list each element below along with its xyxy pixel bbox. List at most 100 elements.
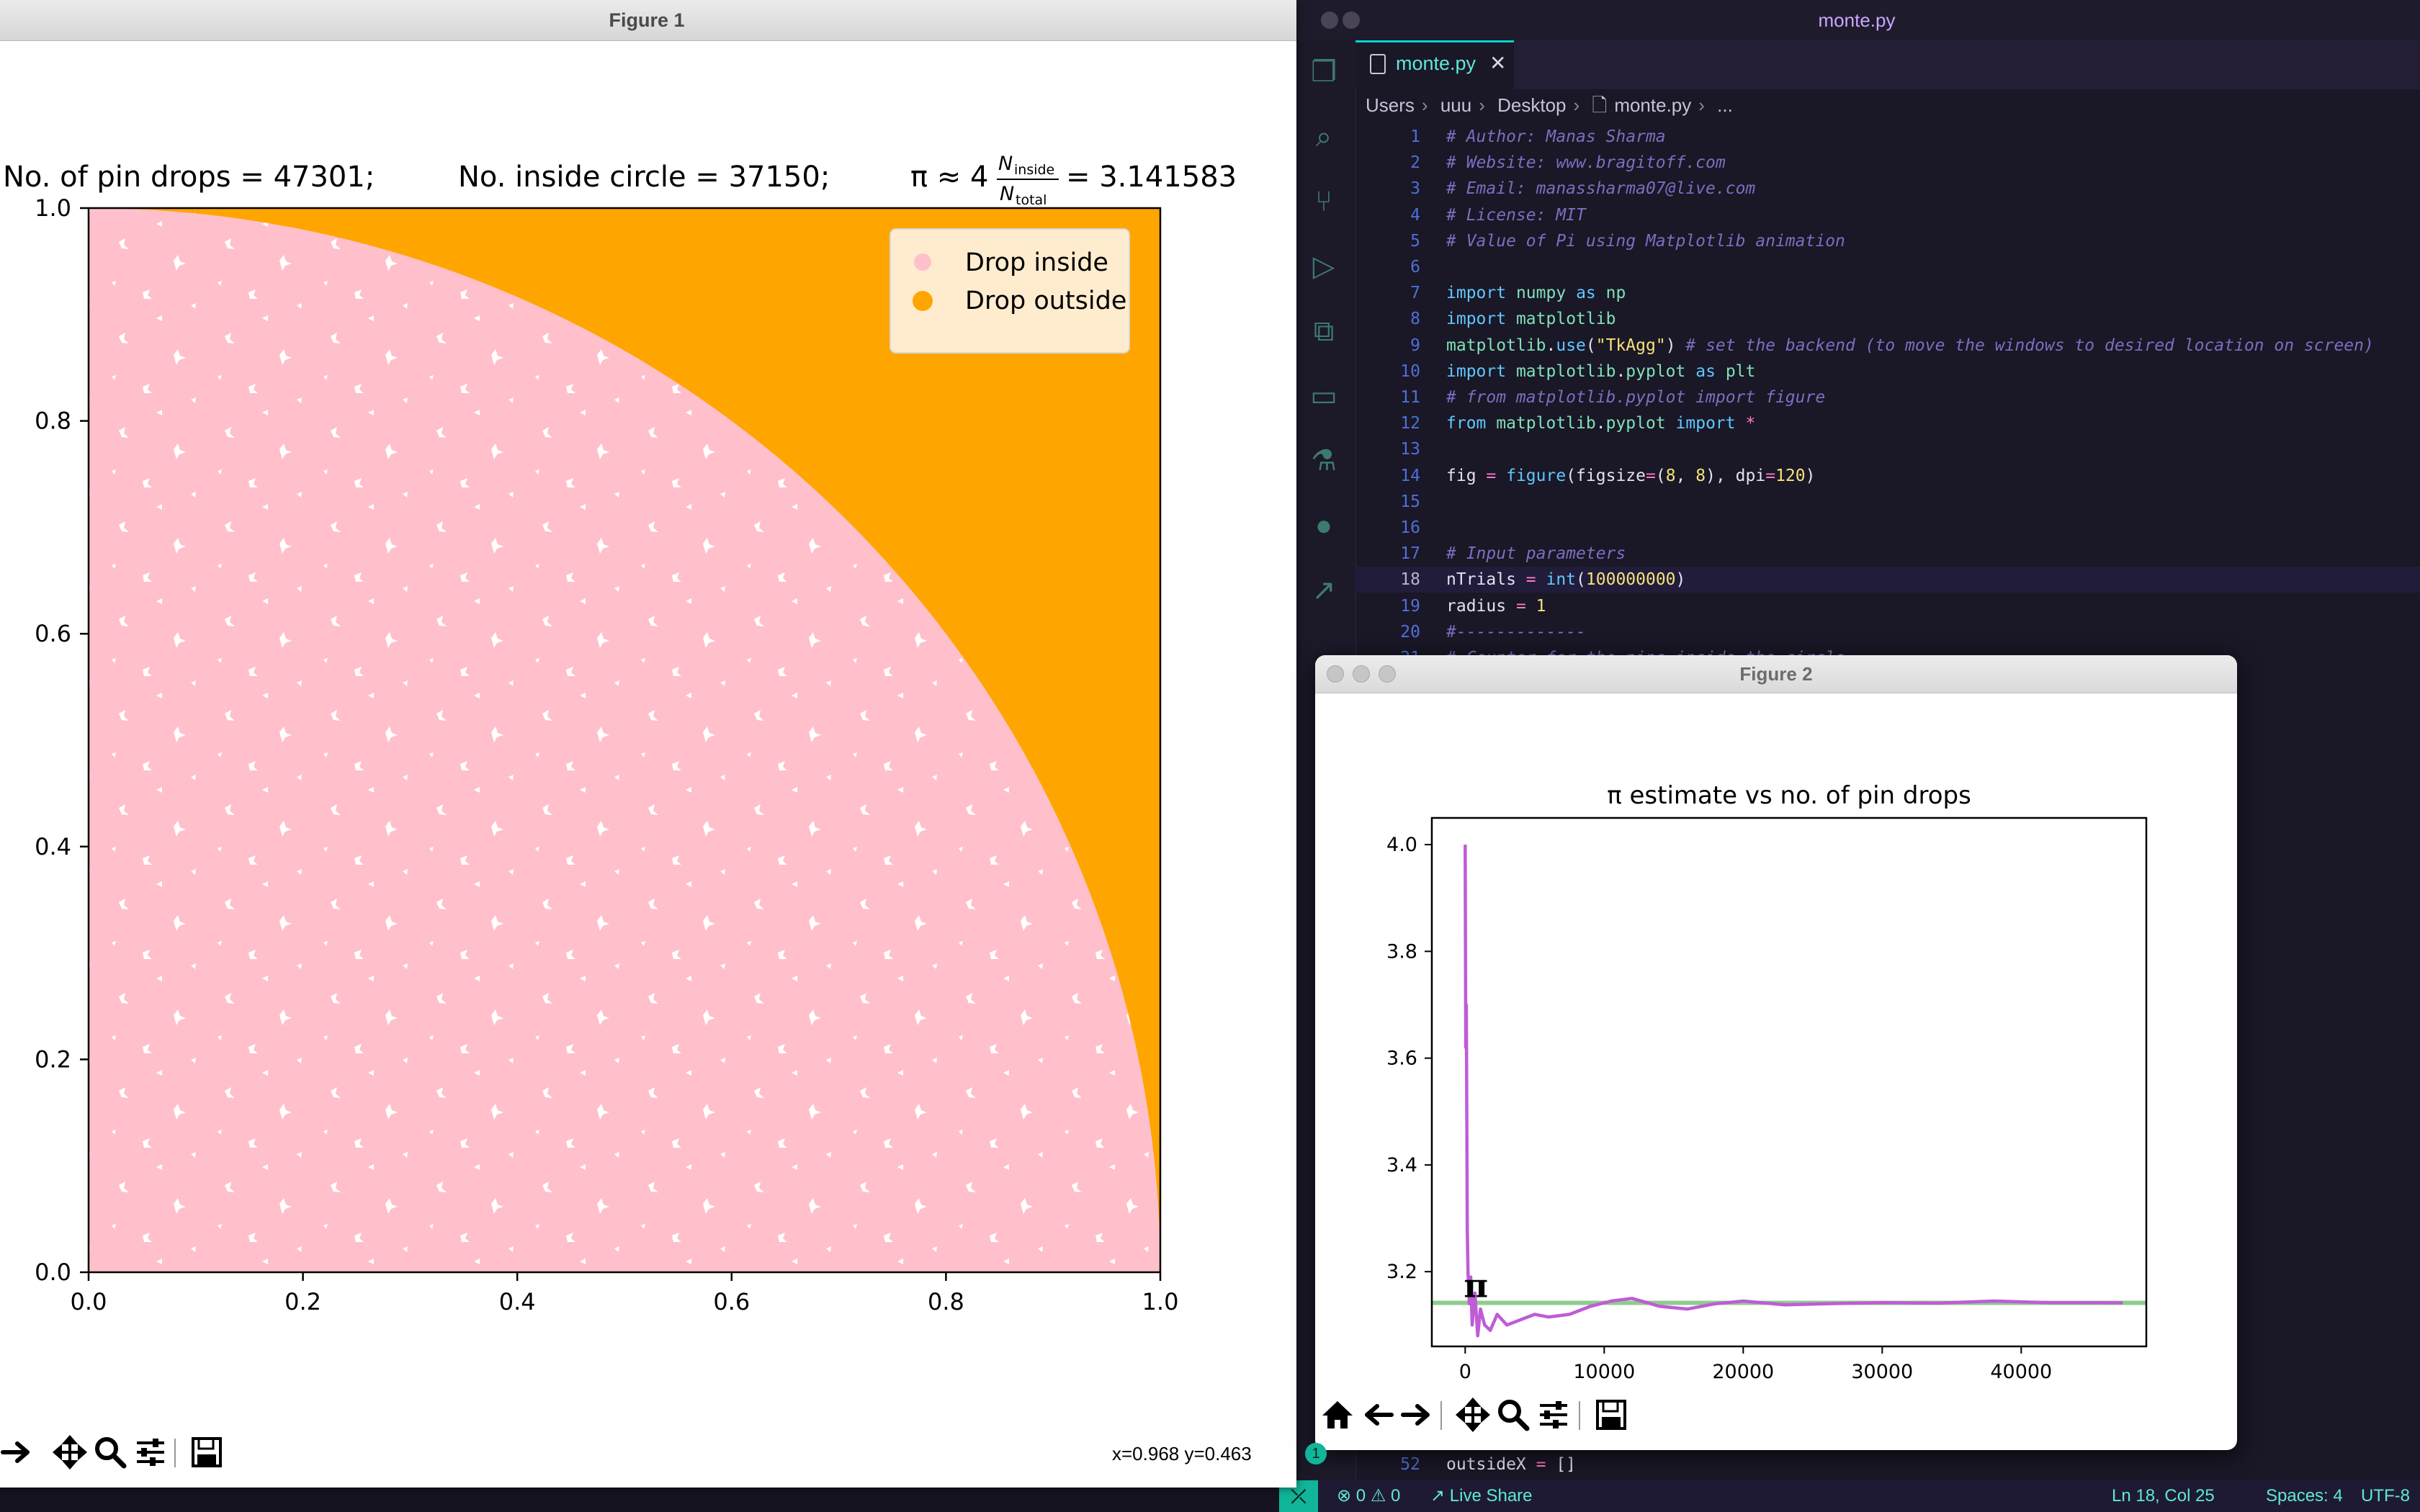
extensions-icon[interactable]: ⧉ [1307, 314, 1341, 348]
chevron-right-icon: › [1421, 94, 1428, 116]
code-line[interactable]: 20 #------------- [1355, 619, 2420, 645]
line-text: fig = figure(figsize=(8, 8), dpi=120) [1446, 466, 1816, 485]
pan-button[interactable] [1453, 1395, 1492, 1434]
breadcrumb-file[interactable]: monte.py [1614, 94, 1691, 116]
line-text: # Author: Manas Sharma [1446, 127, 1666, 146]
problems-indicator[interactable]: ⊗ 0 ⚠ 0 [1337, 1480, 1400, 1512]
encoding[interactable]: UTF-8 [2361, 1480, 2410, 1512]
toolbar-divider [1440, 1401, 1442, 1430]
vscode-window-title: monte.py [1818, 9, 1896, 31]
pi-estimate-line-chart[interactable]: π estimate vs no. of pin drops 0 10000 200… [1315, 693, 2237, 1392]
forward-button[interactable] [1397, 1395, 1436, 1434]
code-line[interactable]: 18 nTrials = int(100000000) [1355, 567, 2420, 593]
zoom-button[interactable] [91, 1433, 130, 1472]
code-line[interactable]: 52 outsideX = [] [1355, 1452, 2420, 1477]
breadcrumb-users[interactable]: Users [1366, 94, 1415, 116]
save-button[interactable] [187, 1433, 226, 1472]
line-number: 2 [1410, 153, 1420, 173]
line-number: 4 [1410, 205, 1420, 225]
line-number: 18 [1400, 570, 1420, 590]
fraction-denominator-sub: total [1016, 192, 1047, 208]
back-button[interactable] [1358, 1395, 1397, 1434]
code-line[interactable]: 15 [1355, 489, 2420, 515]
remote-explorer-icon[interactable]: ▭ [1307, 379, 1341, 413]
code-line[interactable]: 9 matplotlib.use("TkAgg") # set the backe… [1355, 333, 2420, 359]
line-number: 20 [1400, 622, 1420, 642]
indentation[interactable]: Spaces: 4 [2266, 1480, 2343, 1512]
line-number: 52 [1400, 1455, 1420, 1474]
cursor-position[interactable]: Ln 18, Col 25 [2112, 1480, 2215, 1512]
pin-drop-scatter-plot[interactable]: 0.0 0.2 0.4 0.6 0.8 1.0 0.0 0.2 0.4 0.6 0.8 1.0 No… [0, 40, 1296, 1433]
x-tick-label: 0.4 [499, 1288, 536, 1315]
y-tick-label: 0.0 [35, 1259, 71, 1286]
pan-button[interactable] [50, 1433, 89, 1472]
code-line[interactable]: 14 fig = figure(figsize=(8, 8), dpi=120) [1355, 463, 2420, 489]
code-line[interactable]: 2 # Website: www.bragitoff.com [1355, 150, 2420, 176]
line-text: matplotlib.use("TkAgg") # set the backen… [1446, 336, 2374, 355]
code-line[interactable]: 12 from matplotlib.pyplot import * [1355, 410, 2420, 436]
sliders-icon [137, 1439, 164, 1466]
zoom-button[interactable] [1494, 1395, 1533, 1434]
breadcrumb-symbol[interactable]: ... [1717, 94, 1733, 116]
search-icon[interactable]: ⌕ [1307, 120, 1341, 154]
code-line[interactable]: 13 [1355, 436, 2420, 462]
minimize-dot-icon[interactable] [1353, 665, 1370, 683]
code-line[interactable]: 10 import matplotlib.pyplot as plt [1355, 359, 2420, 384]
code-line[interactable]: 16 [1355, 515, 2420, 541]
close-dot-icon[interactable] [1327, 665, 1344, 683]
configure-subplots-button[interactable] [131, 1433, 170, 1472]
source-control-icon[interactable]: ⑂ [1307, 184, 1341, 219]
y-tick-label: 3.4 [1386, 1154, 1417, 1176]
y-tick-label: 0.8 [35, 408, 71, 435]
line-text: radius = 1 [1446, 596, 1546, 616]
configure-subplots-button[interactable] [1534, 1395, 1573, 1434]
line-text: outsideX = [] [1446, 1455, 1577, 1474]
github-icon[interactable]: ● [1307, 508, 1341, 543]
explorer-icon[interactable]: ❐ [1307, 55, 1341, 89]
zoom-dot-icon[interactable] [1379, 665, 1396, 683]
chevron-right-icon: › [1698, 94, 1705, 116]
figure-1-titlebar[interactable]: Figure 1 [0, 0, 1296, 41]
live-share-button[interactable]: ↗ Live Share [1430, 1480, 1533, 1512]
y-tick-label: 1.0 [35, 194, 71, 222]
code-line[interactable]: 1 # Author: Manas Sharma [1355, 124, 2420, 150]
x-tick-label: 0 [1459, 1361, 1471, 1383]
live-share-icon[interactable]: ↗ [1307, 573, 1341, 608]
line-text: # Input parameters [1446, 544, 1626, 564]
fraction-numerator-sub: inside [1014, 162, 1054, 178]
code-line[interactable]: 4 # License: MIT [1355, 202, 2420, 228]
line-number: 13 [1400, 440, 1420, 459]
code-line[interactable]: 5 # Value of Pi using Matplotlib animatio… [1355, 228, 2420, 254]
move-icon [52, 1434, 88, 1470]
breadcrumb-uuu[interactable]: uuu [1440, 94, 1471, 116]
code-line[interactable]: 7 import numpy as np [1355, 280, 2420, 306]
tab-close-icon[interactable]: ✕ [1489, 51, 1506, 75]
figure-2-toolbar [1318, 1395, 1693, 1439]
code-line[interactable]: 11 # from matplotlib.pyplot import figure [1355, 384, 2420, 410]
figure-2-titlebar[interactable]: Figure 2 [1315, 655, 2237, 693]
code-line[interactable]: 17 # Input parameters [1355, 541, 2420, 567]
code-line[interactable]: 3 # Email: manassharma07@live.com [1355, 176, 2420, 202]
save-button[interactable] [1592, 1395, 1631, 1434]
home-button[interactable] [1318, 1395, 1357, 1434]
line-text: # License: MIT [1446, 205, 1586, 225]
forward-button[interactable] [0, 1433, 36, 1472]
line-number: 12 [1400, 414, 1420, 433]
line-number: 7 [1410, 284, 1420, 303]
run-debug-icon[interactable]: ▷ [1307, 249, 1341, 284]
pi-reference-label: π [1464, 1266, 1488, 1305]
code-line[interactable]: 19 radius = 1 [1355, 593, 2420, 619]
breadcrumb-desktop[interactable]: Desktop [1497, 94, 1566, 116]
sliders-icon [1540, 1401, 1567, 1428]
testing-icon[interactable]: ⚗ [1307, 444, 1341, 478]
line-text: from matplotlib.pyplot import * [1446, 414, 1756, 433]
code-line[interactable]: 8 import matplotlib [1355, 306, 2420, 332]
tab-monte-py[interactable]: monte.py ✕ [1355, 40, 1514, 89]
home-icon [1322, 1401, 1353, 1428]
file-icon [1370, 54, 1386, 74]
chevron-right-icon: › [1573, 94, 1580, 116]
line-text: # Website: www.bragitoff.com [1446, 153, 1726, 173]
legend: Drop inside Drop outside [889, 228, 1130, 354]
code-line[interactable]: 6 [1355, 254, 2420, 280]
axes-frame [1430, 816, 2148, 1348]
